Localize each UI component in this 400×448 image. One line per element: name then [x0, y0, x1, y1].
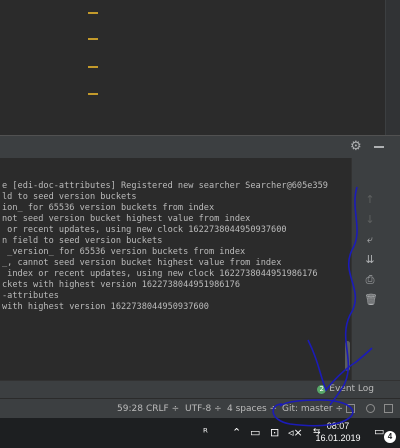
up-arrow-icon[interactable]: ↑ [364, 194, 376, 206]
console-line: or recent updates, using new clock 16227… [2, 225, 287, 235]
windows-taskbar: ᴿ ⌃ ▭ ⊡ ◃× ⇆ 08:07 16.01.2019 ▭ 4 [0, 418, 400, 448]
console-line: ckets with highest version 1622738044951… [2, 280, 240, 290]
console-header-space [0, 158, 352, 181]
encoding-selector[interactable]: UTF-8 ÷ [185, 404, 222, 414]
editor-error-stripe[interactable] [385, 0, 400, 138]
battery-icon[interactable]: ▭ [250, 426, 260, 439]
editor-change-marker [88, 38, 98, 40]
system-clock[interactable]: 08:07 16.01.2019 [314, 420, 362, 444]
network-icon[interactable]: ⊡ [270, 426, 279, 439]
clock-time: 08:07 [326, 421, 350, 431]
people-icon[interactable]: ᴿ [203, 426, 208, 439]
console-line: -attributes [2, 291, 59, 301]
git-branch-selector[interactable]: Git: master ÷ [282, 404, 343, 414]
minimize-icon[interactable] [374, 146, 384, 148]
console-line: e [edi-doc-attributes] Registered new se… [2, 181, 328, 191]
console-output[interactable]: e [edi-doc-attributes] Registered new se… [0, 181, 352, 377]
event-log-badge: 2 [317, 385, 327, 394]
clock-date: 16.01.2019 [315, 433, 361, 443]
chevron-up-icon[interactable]: ⌃ [232, 426, 241, 439]
editor-change-marker [88, 12, 98, 14]
tool-window-bar: 2 Event Log [0, 380, 400, 399]
soft-wrap-icon[interactable]: ⤶ [364, 234, 376, 246]
indent-selector[interactable]: 4 spaces ÷ [227, 404, 277, 414]
console-line: _version_ for 65536 version buckets from… [2, 247, 246, 257]
volume-muted-icon[interactable]: ◃× [288, 426, 303, 439]
caret-position[interactable]: 59:28 [117, 404, 143, 414]
editor-change-marker [88, 66, 98, 68]
trash-icon[interactable]: 🗑 [364, 294, 378, 306]
console-line: ld to seed version buckets [2, 192, 137, 202]
line-separator-selector[interactable]: CRLF ÷ [146, 404, 179, 414]
editor-change-marker [88, 93, 98, 95]
print-icon[interactable]: ⎙ [364, 274, 376, 286]
event-log-button[interactable]: 2 Event Log [317, 384, 374, 394]
scrollbar-thumb[interactable] [345, 341, 350, 371]
editor-area[interactable] [0, 0, 400, 138]
lock-icon[interactable] [346, 404, 355, 413]
status-bar: 59:28 CRLF ÷ UTF-8 ÷ 4 spaces ÷ Git: mas… [0, 398, 400, 419]
console-line: _, cannot seed version bucket highest va… [2, 258, 282, 268]
console-toolbar: ↑ ↓ ⤶ ⇊ ⎙ 🗑 [351, 158, 400, 380]
console-line: with highest version 1622738044950937600 [2, 302, 209, 312]
event-log-label: Event Log [329, 384, 374, 394]
console-line: not seed version bucket highest value fr… [2, 214, 251, 224]
scroll-to-end-icon[interactable]: ⇊ [364, 254, 376, 266]
console-line: index or recent updates, using new clock… [2, 269, 318, 279]
gear-icon[interactable]: ⚙ [350, 140, 364, 154]
console-line: n field to seed version buckets [2, 236, 163, 246]
notification-count-badge: 4 [384, 431, 396, 443]
tool-window-header: ⚙ [0, 135, 400, 159]
down-arrow-icon[interactable]: ↓ [364, 214, 376, 226]
hector-icon[interactable] [366, 404, 375, 413]
console-line: ion_ for 65536 version buckets from inde… [2, 203, 215, 213]
memory-icon[interactable] [384, 404, 393, 413]
